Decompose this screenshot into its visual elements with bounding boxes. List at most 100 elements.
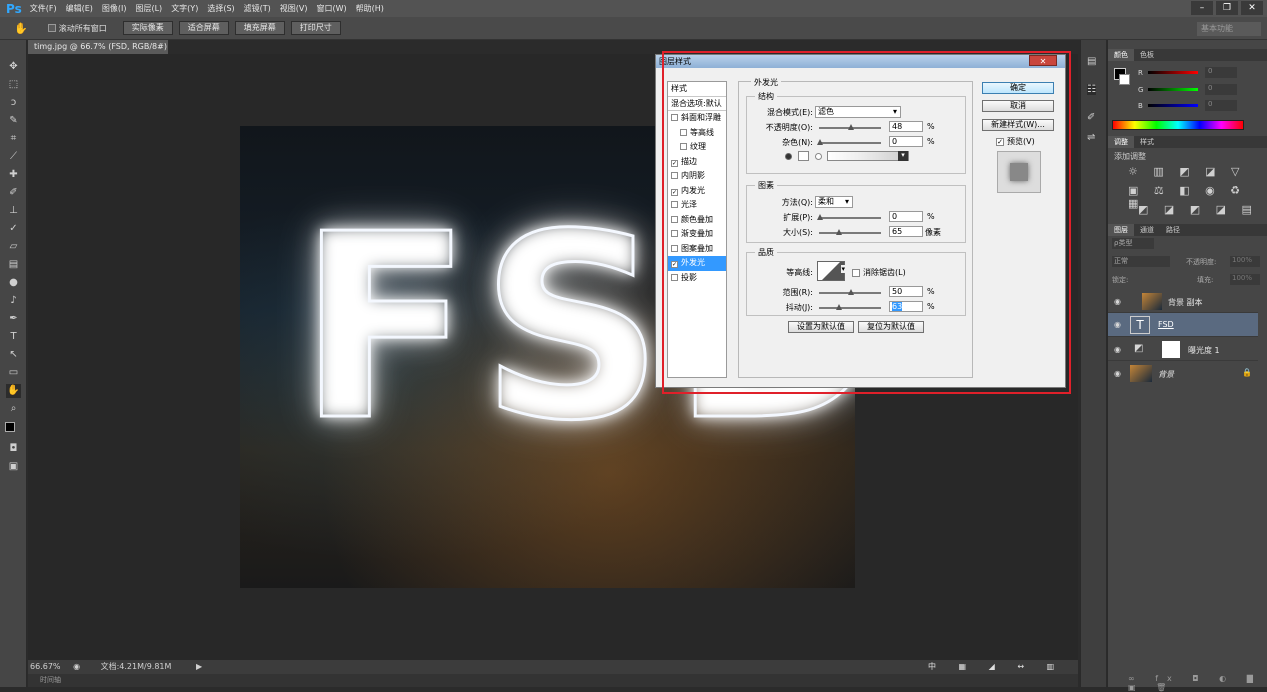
- properties-panel-icon[interactable]: ☷: [1087, 84, 1096, 95]
- type-tool-icon[interactable]: T: [6, 330, 21, 344]
- dodge-tool-icon[interactable]: ♪: [6, 294, 21, 308]
- options-bar: ✋ 滚动所有窗口 实际像素 适合屏幕 填充屏幕 打印尺寸: [0, 17, 1267, 40]
- layer-opacity-value[interactable]: 100%: [1230, 256, 1260, 267]
- eraser-tool-icon[interactable]: ▱: [6, 240, 21, 254]
- document-tab[interactable]: timg.jpg @ 66.7% (FSD, RGB/8#) * ×: [28, 40, 168, 65]
- menu-image[interactable]: 图像(I): [102, 3, 127, 14]
- scroll-all-checkbox[interactable]: [47, 24, 56, 32]
- menu-edit[interactable]: 编辑(E): [66, 3, 93, 14]
- stamp-tool-icon[interactable]: ⊥: [6, 204, 21, 218]
- tab-layers[interactable]: 图层: [1108, 224, 1134, 236]
- visibility-eye-icon[interactable]: ◉: [1114, 345, 1121, 354]
- visibility-eye-icon[interactable]: ◉: [1114, 320, 1121, 329]
- eyedropper-tool-icon[interactable]: ⟋: [6, 150, 21, 164]
- lock-icon: 🔒: [1242, 368, 1252, 377]
- layer-kind-filter[interactable]: ρ类型: [1112, 238, 1154, 249]
- blur-tool-icon[interactable]: ●: [6, 276, 21, 290]
- close-window-button[interactable]: ✕: [1241, 1, 1263, 15]
- status-arrow-icon[interactable]: ▶: [196, 662, 202, 671]
- adjustment-icons-row1[interactable]: ☼ ▥ ◩ ◪ ▽: [1128, 165, 1246, 178]
- pen-tool-icon[interactable]: ✒: [6, 312, 21, 326]
- gradient-tool-icon[interactable]: ▤: [6, 258, 21, 272]
- hand-tool-icon[interactable]: ✋: [14, 22, 28, 35]
- layer-row-selected[interactable]: ◉ T FSD: [1108, 313, 1258, 337]
- menu-view[interactable]: 视图(V): [280, 3, 308, 14]
- tab-adjustments[interactable]: 调整: [1108, 136, 1134, 148]
- workspace-switcher[interactable]: 基本功能: [1197, 22, 1261, 36]
- tab-swatches[interactable]: 色板: [1134, 49, 1160, 61]
- path-select-tool-icon[interactable]: ↖: [6, 348, 21, 362]
- tab-styles[interactable]: 样式: [1134, 136, 1160, 148]
- tab-paths[interactable]: 路径: [1160, 224, 1186, 236]
- crop-tool-icon[interactable]: ⌗: [6, 132, 21, 146]
- foreground-color-swatch[interactable]: [5, 422, 15, 432]
- channel-g-value[interactable]: 0: [1205, 84, 1237, 95]
- clone-source-icon[interactable]: ⇌: [1087, 132, 1095, 143]
- menu-window[interactable]: 窗口(W): [317, 3, 347, 14]
- layers-footer-icons[interactable]: ∞ fx ◘ ◐ ▇ ▣ 🗑: [1128, 674, 1267, 692]
- healing-tool-icon[interactable]: ✚: [6, 168, 21, 182]
- fill-value[interactable]: 100%: [1230, 274, 1260, 285]
- layer-row[interactable]: ◉ ◩ 曝光度 1: [1108, 338, 1258, 361]
- adjustment-layer-icon: ◩: [1134, 343, 1144, 354]
- move-tool-icon[interactable]: ✥: [6, 60, 21, 74]
- screen-mode-icon[interactable]: ▣: [6, 460, 21, 474]
- scroll-all-windows-option[interactable]: 滚动所有窗口: [47, 23, 107, 34]
- fill-label: 填充:: [1197, 276, 1214, 284]
- layer-mask-thumbnail: [1162, 341, 1180, 358]
- channel-r-value[interactable]: 0: [1205, 67, 1237, 78]
- tab-color[interactable]: 颜色: [1108, 49, 1134, 61]
- minimize-button[interactable]: –: [1191, 1, 1213, 15]
- brush-tool-icon[interactable]: ✐: [6, 186, 21, 200]
- adjustment-icons-row3[interactable]: ◩ ◪ ◩ ◪ ▤: [1138, 203, 1258, 216]
- timeline-tab[interactable]: 时间轴: [28, 674, 1078, 687]
- channel-b-slider[interactable]: [1148, 104, 1198, 107]
- menu-help[interactable]: 帮助(H): [356, 3, 384, 14]
- visibility-eye-icon[interactable]: ◉: [1114, 297, 1121, 306]
- tab-channels[interactable]: 通道: [1134, 224, 1160, 236]
- lock-label: 锁定:: [1112, 276, 1129, 284]
- hand-tool-icon[interactable]: ✋: [6, 384, 21, 398]
- fill-screen-button[interactable]: 填充屏幕: [234, 21, 285, 35]
- channel-r-slider[interactable]: [1148, 71, 1198, 74]
- zoom-tool-icon[interactable]: ⌕: [6, 402, 21, 416]
- quick-select-tool-icon[interactable]: ✎: [6, 114, 21, 128]
- channel-b-label: B: [1138, 102, 1143, 110]
- menu-layer[interactable]: 图层(L): [135, 3, 162, 14]
- zoom-level[interactable]: 66.67%: [30, 662, 61, 671]
- brush-panel-icon[interactable]: ✐: [1087, 112, 1095, 123]
- history-brush-tool-icon[interactable]: ✓: [6, 222, 21, 236]
- adjust-panel-tabs: 调整 样式: [1108, 136, 1267, 148]
- menu-bar: Ps 文件(F) 编辑(E) 图像(I) 图层(L) 文字(Y) 选择(S) 滤…: [0, 0, 1267, 17]
- document-size: 文档:4.21M/9.81M: [100, 662, 172, 671]
- layer-blend-mode[interactable]: 正常: [1112, 256, 1170, 267]
- layer-thumbnail: [1142, 293, 1162, 310]
- visibility-eye-icon[interactable]: ◉: [1114, 369, 1121, 378]
- menu-file[interactable]: 文件(F): [30, 3, 57, 14]
- fit-screen-button[interactable]: 适合屏幕: [178, 21, 229, 35]
- restore-button[interactable]: ❐: [1216, 1, 1238, 15]
- color-panel-tabs: 颜色 色板: [1108, 49, 1267, 61]
- channel-g-slider[interactable]: [1148, 88, 1198, 91]
- channel-b-value[interactable]: 0: [1205, 100, 1237, 111]
- layer-row[interactable]: ◉ 背景 🔒: [1108, 362, 1258, 385]
- window-controls: – ❐ ✕: [1191, 1, 1263, 15]
- marquee-tool-icon[interactable]: ⬚: [6, 78, 21, 92]
- layers-panel-tabs: 图层 通道 路径: [1108, 224, 1267, 236]
- menu-select[interactable]: 选择(S): [207, 3, 234, 14]
- menu-filter[interactable]: 滤镜(T): [244, 3, 271, 14]
- layer-opacity-label: 不透明度:: [1186, 258, 1217, 266]
- layer-row[interactable]: ◉ 背景 副本: [1108, 290, 1258, 313]
- quick-mask-icon[interactable]: ◘: [6, 442, 21, 456]
- tools-panel: ✥ ⬚ ↄ ✎ ⌗ ⟋ ✚ ✐ ⊥ ✓ ▱ ▤ ● ♪ ✒ T ↖ ▭ ✋ ⌕ …: [0, 40, 27, 687]
- shape-tool-icon[interactable]: ▭: [6, 366, 21, 380]
- status-bar: 66.67% ◉ 文档:4.21M/9.81M ▶ 中 ▦ ◢ ↔ ▥ ✱ ⚙: [28, 660, 1078, 685]
- menu-type[interactable]: 文字(Y): [171, 3, 198, 14]
- lasso-tool-icon[interactable]: ↄ: [6, 96, 21, 110]
- status-menu-icon[interactable]: ◉: [73, 662, 80, 671]
- color-spectrum[interactable]: [1112, 120, 1244, 130]
- print-size-button[interactable]: 打印尺寸: [290, 21, 341, 35]
- bg-color-chip[interactable]: [1119, 74, 1130, 85]
- history-panel-icon[interactable]: ▤: [1087, 56, 1096, 67]
- actual-pixels-button[interactable]: 实际像素: [122, 21, 173, 35]
